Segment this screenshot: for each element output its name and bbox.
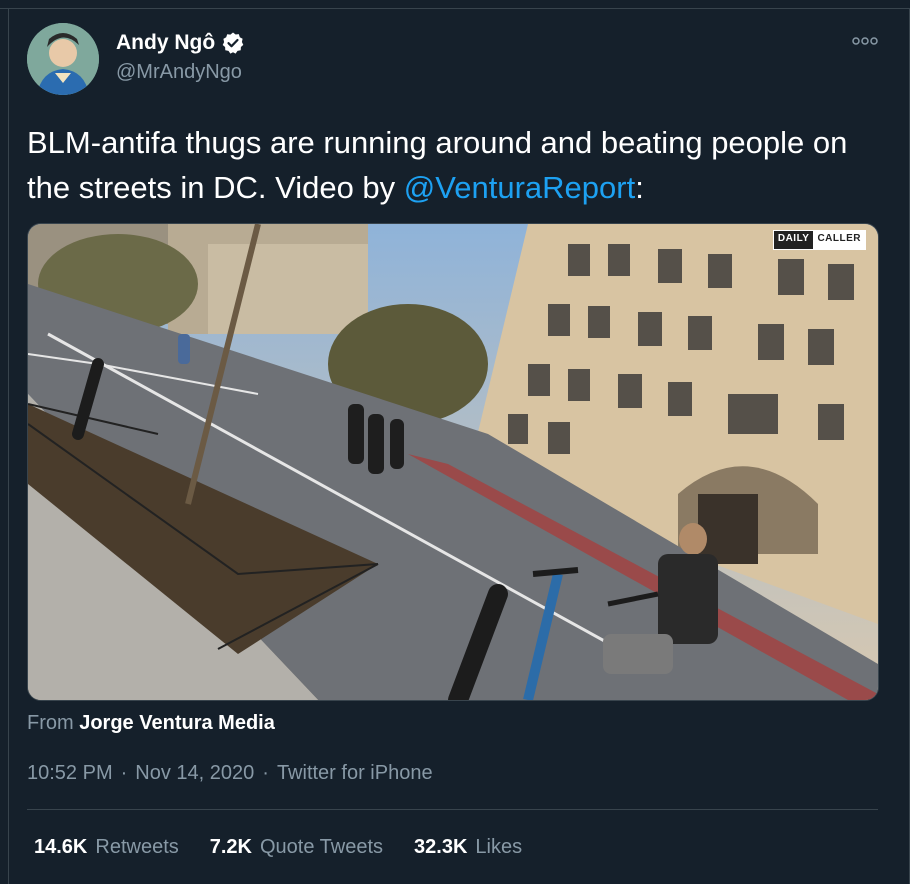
tweet-text: BLM-antifa thugs are running around and … [27, 120, 887, 210]
author-name[interactable]: Andy Ngô [116, 31, 215, 55]
frame-border-top [0, 8, 910, 9]
retweets-count: 14.6K [34, 836, 88, 858]
stats-divider [27, 809, 878, 810]
engagement-stats: 14.6K Retweets 7.2K Quote Tweets 32.3K L… [34, 836, 522, 859]
media-watermark: DAILY CALLER [772, 230, 866, 250]
likes-stat[interactable]: 32.3K Likes [414, 836, 522, 859]
tweet-date[interactable]: Nov 14, 2020 [135, 762, 254, 785]
tweet-video[interactable]: DAILY CALLER [27, 223, 879, 701]
tweet-time[interactable]: 10:52 PM [27, 762, 113, 785]
watermark-daily: DAILY [773, 231, 814, 249]
source-name-link[interactable]: Jorge Ventura Media [79, 712, 275, 734]
verified-badge-icon [222, 32, 244, 54]
retweets-label: Retweets [95, 836, 179, 858]
quote-tweets-count: 7.2K [209, 836, 252, 858]
author-handle[interactable]: @MrAndyNgo [116, 61, 242, 84]
quote-tweets-label: Quote Tweets [260, 836, 384, 858]
source-prefix: From [27, 712, 80, 734]
video-frame-illustration [28, 224, 878, 700]
quote-tweets-stat[interactable]: 7.2K Quote Tweets [210, 836, 383, 859]
meta-separator: · [120, 762, 128, 784]
frame-border-left [8, 8, 9, 884]
watermark-caller: CALLER [813, 231, 865, 249]
likes-label: Likes [475, 836, 523, 858]
meta-separator: · [262, 762, 269, 784]
likes-count: 32.3K [414, 836, 468, 858]
mention-link[interactable]: @VenturaReport [404, 170, 635, 205]
retweets-stat[interactable]: 14.6K Retweets [34, 836, 179, 859]
avatar-illustration-icon [27, 23, 99, 95]
more-options-icon[interactable] [851, 34, 879, 48]
tweet-metadata: 10:52 PM · Nov 14, 2020 · Twitter for iP… [27, 762, 433, 785]
tweet-text-end: : [635, 170, 644, 205]
author-name-row[interactable]: Andy Ngô [116, 31, 245, 55]
author-avatar[interactable] [27, 23, 99, 95]
media-source: From Jorge Ventura Media [27, 712, 275, 735]
tweet-client[interactable]: Twitter for iPhone [277, 762, 433, 785]
